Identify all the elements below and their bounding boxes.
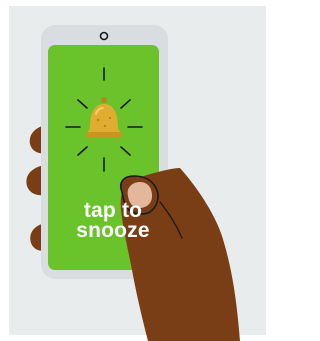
snooze-line-1: tap to <box>83 199 143 222</box>
scene-background <box>9 6 266 335</box>
snooze-line-2: snooze <box>76 219 150 242</box>
snooze-label[interactable]: tap to snooze <box>58 199 168 242</box>
app-frame: tap to snooze <box>0 0 275 341</box>
